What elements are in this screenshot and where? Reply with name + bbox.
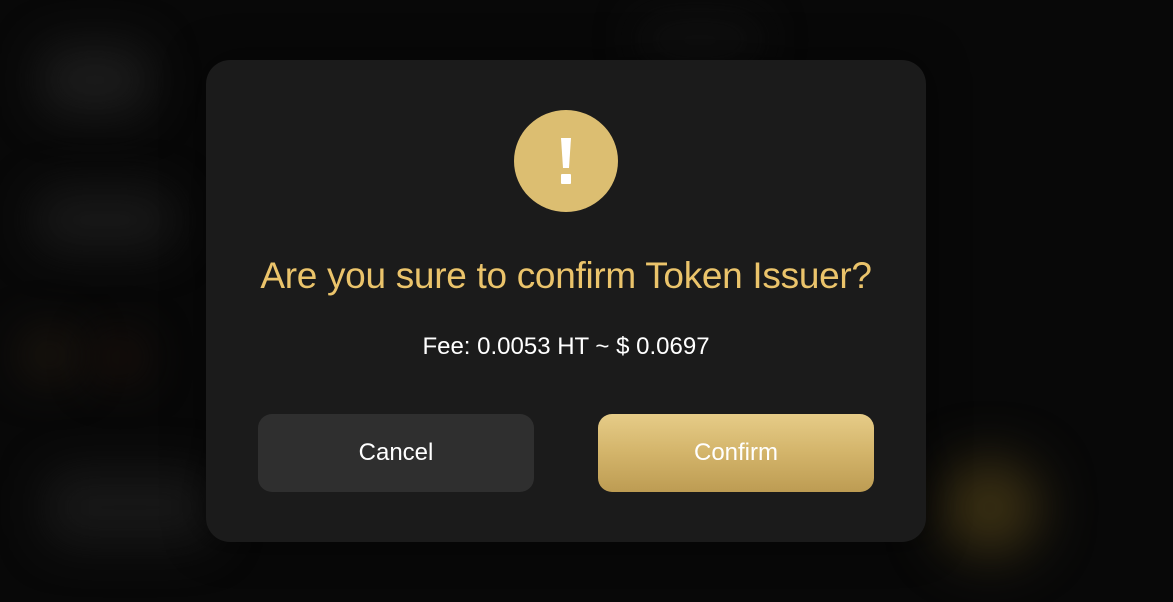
confirm-dialog: Are you sure to confirm Token Issuer? Fe… [206, 60, 926, 542]
dialog-title: Are you sure to confirm Token Issuer? [260, 255, 872, 296]
exclamation-warning-icon [514, 110, 618, 212]
cancel-button[interactable]: Cancel [258, 414, 534, 492]
fee-text: Fee: 0.0053 HT ~ $ 0.0697 [422, 333, 710, 360]
confirm-button[interactable]: Confirm [598, 414, 874, 492]
